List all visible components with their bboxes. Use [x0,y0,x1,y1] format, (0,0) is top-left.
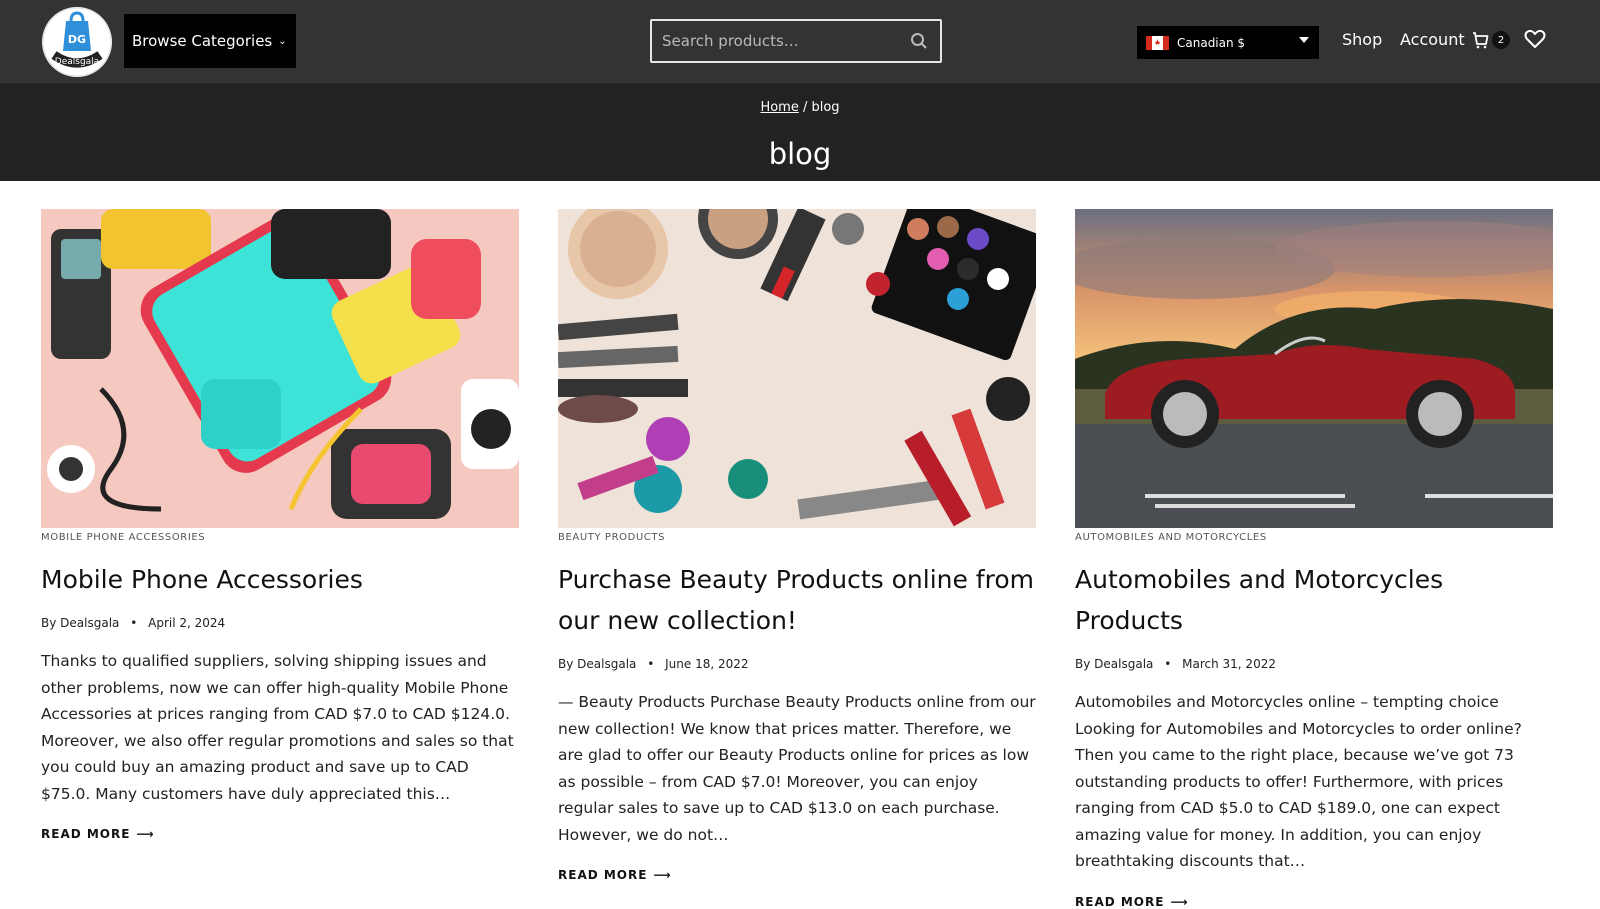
chevron-down-icon: ⌄ [278,35,287,47]
meta-separator: • [647,657,655,671]
post-card: BEAUTY PRODUCTS Purchase Beauty Products… [558,209,1036,882]
arrow-right-icon: ⟶ [136,827,155,841]
post-title-link[interactable]: Purchase Beauty Products online from our… [558,559,1036,641]
breadcrumb-separator: / [798,100,812,115]
meta-separator: • [1164,657,1172,671]
phone-accessories-image[interactable] [41,209,519,528]
post-date: April 2, 2024 [148,616,226,630]
read-more-label: READ MORE [558,868,648,882]
post-category-link[interactable]: MOBILE PHONE ACCESSORIES [41,532,519,543]
post-meta: By Dealsgala • June 18, 2022 [558,657,1036,671]
post-category-link[interactable]: BEAUTY PRODUCTS [558,532,1036,543]
canada-flag-icon [1146,35,1169,50]
breadcrumb-current: blog [811,100,840,115]
post-meta: By Dealsgala • April 2, 2024 [41,616,519,630]
makeup-image[interactable] [558,209,1036,528]
author-prefix: By [1075,657,1091,671]
cart-button[interactable]: 2 [1470,30,1516,54]
site-header: DG Dealsgala Browse Categories ⌄ Canadia… [0,0,1600,83]
post-title-link[interactable]: Automobiles and Motorcycles Products [1075,559,1553,641]
logo-bag-icon: DG Dealsgala [42,7,112,77]
post-category-link[interactable]: AUTOMOBILES AND MOTORCYCLES [1075,532,1553,543]
cart-count-badge: 2 [1492,31,1510,49]
post-excerpt: Thanks to qualified suppliers, solving s… [41,652,514,803]
post-excerpt: — Beauty Products Purchase Beauty Produc… [558,693,1036,844]
breadcrumb-home-link[interactable]: Home [760,100,798,115]
page-title: blog [768,137,832,171]
author-link[interactable]: Dealsgala [60,616,119,630]
breadcrumb: Home / blog [0,100,1600,115]
currency-selector[interactable]: Canadian $ [1137,26,1319,59]
browse-categories-button[interactable]: Browse Categories ⌄ [124,14,296,68]
post-excerpt: Automobiles and Motorcycles online – tem… [1075,693,1522,870]
caret-down-icon [1299,37,1309,43]
svg-text:DG: DG [68,33,86,46]
post-card: AUTOMOBILES AND MOTORCYCLES Automobiles … [1075,209,1553,909]
page-title-bar: Home / blog blog [0,83,1600,181]
browse-categories-label: Browse Categories [132,32,273,50]
wishlist-heart-icon[interactable] [1524,29,1546,51]
read-more-label: READ MORE [1075,894,1165,909]
read-more-label: READ MORE [41,827,131,841]
author-prefix: By [41,616,57,630]
author-link[interactable]: Dealsgala [1094,657,1153,671]
read-more-link[interactable]: READ MORE ⟶ [558,868,1036,882]
search-box [650,19,942,63]
meta-separator: • [130,616,138,630]
site-logo[interactable]: DG Dealsgala [42,7,112,77]
post-date: March 31, 2022 [1182,657,1276,671]
post-date: June 18, 2022 [665,657,749,671]
read-more-link[interactable]: READ MORE ⟶ [1075,895,1553,909]
red-car-image[interactable] [1075,209,1553,528]
author-prefix: By [558,657,574,671]
nav-account-link[interactable]: Account [1400,30,1465,49]
nav-shop-link[interactable]: Shop [1342,30,1382,49]
author-link[interactable]: Dealsgala [577,657,636,671]
read-more-link[interactable]: READ MORE ⟶ [41,827,519,841]
logo-text: Dealsgala [55,57,99,67]
search-input[interactable] [662,32,908,50]
arrow-right-icon: ⟶ [653,868,672,882]
cart-icon [1473,32,1489,49]
arrow-right-icon: ⟶ [1170,894,1189,909]
currency-label: Canadian $ [1177,35,1246,50]
post-title-link[interactable]: Mobile Phone Accessories [41,559,519,600]
search-icon[interactable] [908,30,930,52]
post-card: MOBILE PHONE ACCESSORIES Mobile Phone Ac… [41,209,519,841]
post-meta: By Dealsgala • March 31, 2022 [1075,657,1553,671]
